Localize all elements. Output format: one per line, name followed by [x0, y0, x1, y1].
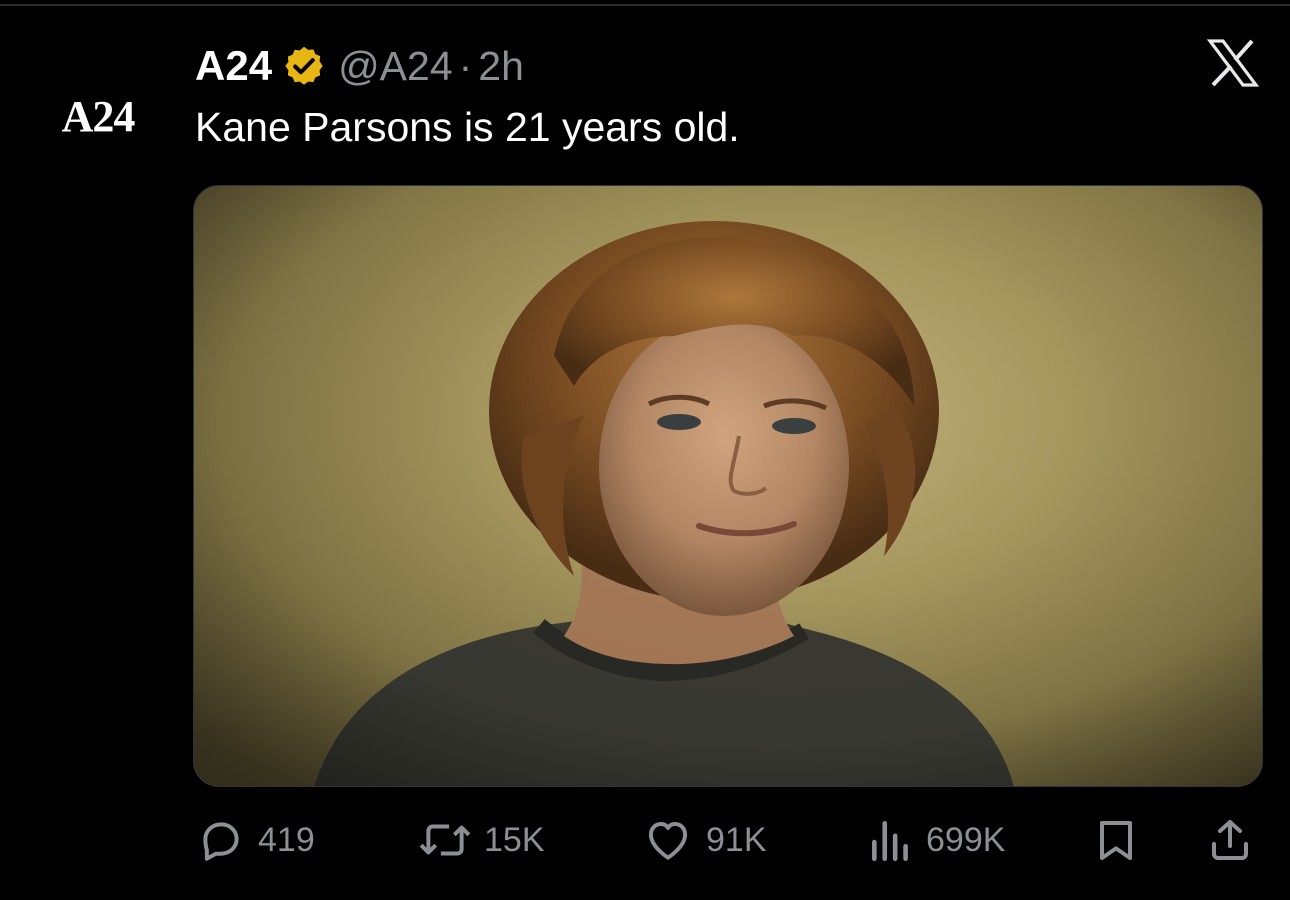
handle[interactable]: @A24 — [338, 43, 453, 90]
action-bar: 419 15K 91K 699K — [0, 808, 1290, 872]
repost-button[interactable]: 15K — [418, 808, 545, 872]
heart-icon — [648, 821, 688, 860]
display-name[interactable]: A24 — [195, 42, 272, 90]
share-upload-icon — [1212, 820, 1248, 860]
bookmark-button[interactable] — [1092, 808, 1140, 872]
timestamp[interactable]: 2h — [478, 43, 524, 90]
repost-count: 15K — [484, 820, 545, 859]
bookmark-icon — [1100, 821, 1132, 860]
separator-dot: · — [458, 42, 473, 89]
like-count: 91K — [706, 820, 767, 859]
views-button[interactable]: 699K — [868, 808, 1005, 872]
share-button[interactable] — [1206, 808, 1254, 872]
reply-bubble-icon — [203, 822, 239, 861]
tweet-photo[interactable] — [193, 185, 1263, 787]
avatar[interactable]: A24 — [46, 88, 150, 144]
tweet-text: Kane Parsons is 21 years old. — [195, 104, 740, 150]
views-count: 699K — [926, 820, 1006, 859]
verified-badge-icon — [285, 46, 323, 85]
top-divider — [0, 4, 1290, 6]
tweet-header: A24 @A24 · 2h — [195, 38, 524, 94]
repost-arrows-icon — [419, 824, 471, 856]
reply-count: 419 — [258, 820, 315, 859]
x-logo-icon[interactable] — [1206, 38, 1260, 88]
portrait-photo — [194, 186, 1262, 786]
bar-chart-icon — [872, 821, 908, 862]
like-button[interactable]: 91K — [642, 808, 767, 872]
reply-button[interactable]: 419 — [196, 808, 315, 872]
